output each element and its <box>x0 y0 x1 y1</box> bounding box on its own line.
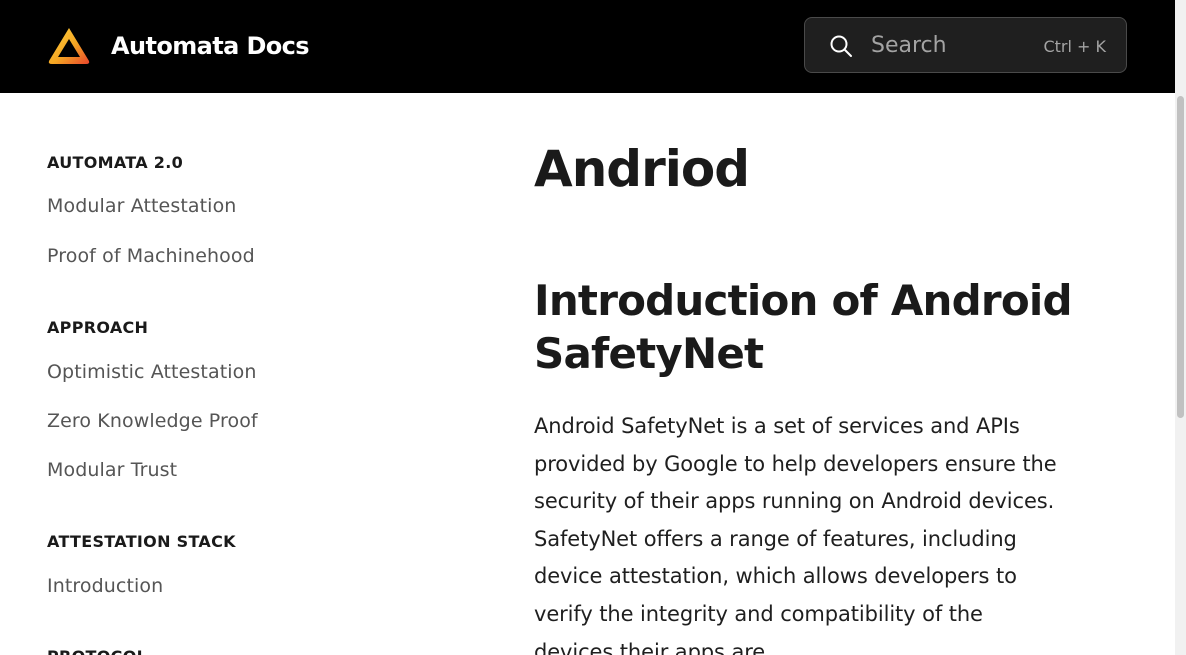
search-shortcut-hint: Ctrl + K <box>1043 37 1106 56</box>
sidebar-item-proof-of-machinehood[interactable]: Proof of Machinehood <box>47 243 255 269</box>
search-box[interactable]: Search Ctrl + K <box>804 17 1127 73</box>
intro-paragraph: Android SafetyNet is a set of services a… <box>534 414 1057 655</box>
search-placeholder: Search <box>871 33 947 58</box>
page-scrollbar[interactable] <box>1175 0 1186 655</box>
sidebar-heading-automata: AUTOMATA 2.0 <box>47 153 184 172</box>
sidebar-item-introduction[interactable]: Introduction <box>47 573 163 599</box>
sidebar-heading-attestation-stack: ATTESTATION STACK <box>47 532 236 551</box>
sidebar-item-modular-trust[interactable]: Modular Trust <box>47 457 177 483</box>
top-navigation-bar: Automata Docs Search Ctrl + K <box>0 0 1175 93</box>
docs-page: Automata Docs Search Ctrl + K AUTOMATA 2… <box>0 0 1186 655</box>
search-icon <box>830 35 852 57</box>
sidebar-heading-protocol: PROTOCOL <box>47 646 147 655</box>
sidebar-item-optimistic-attestation[interactable]: Optimistic Attestation <box>47 359 256 385</box>
main-content: Andriod Introduction of Android SafetyNe… <box>534 93 1134 655</box>
sidebar-item-zero-knowledge-proof[interactable]: Zero Knowledge Proof <box>47 408 258 434</box>
section-heading: Introduction of Android SafetyNet <box>534 276 1073 378</box>
site-title[interactable]: Automata Docs <box>111 30 310 62</box>
sidebar-heading-approach: APPROACH <box>47 318 149 337</box>
page-title: Andriod <box>534 140 750 198</box>
sidebar-item-modular-attestation[interactable]: Modular Attestation <box>47 193 236 219</box>
automata-logo-icon[interactable] <box>47 26 91 66</box>
scrollbar-thumb[interactable] <box>1177 96 1184 418</box>
docs-sidebar: AUTOMATA 2.0 Modular Attestation Proof o… <box>47 93 467 655</box>
